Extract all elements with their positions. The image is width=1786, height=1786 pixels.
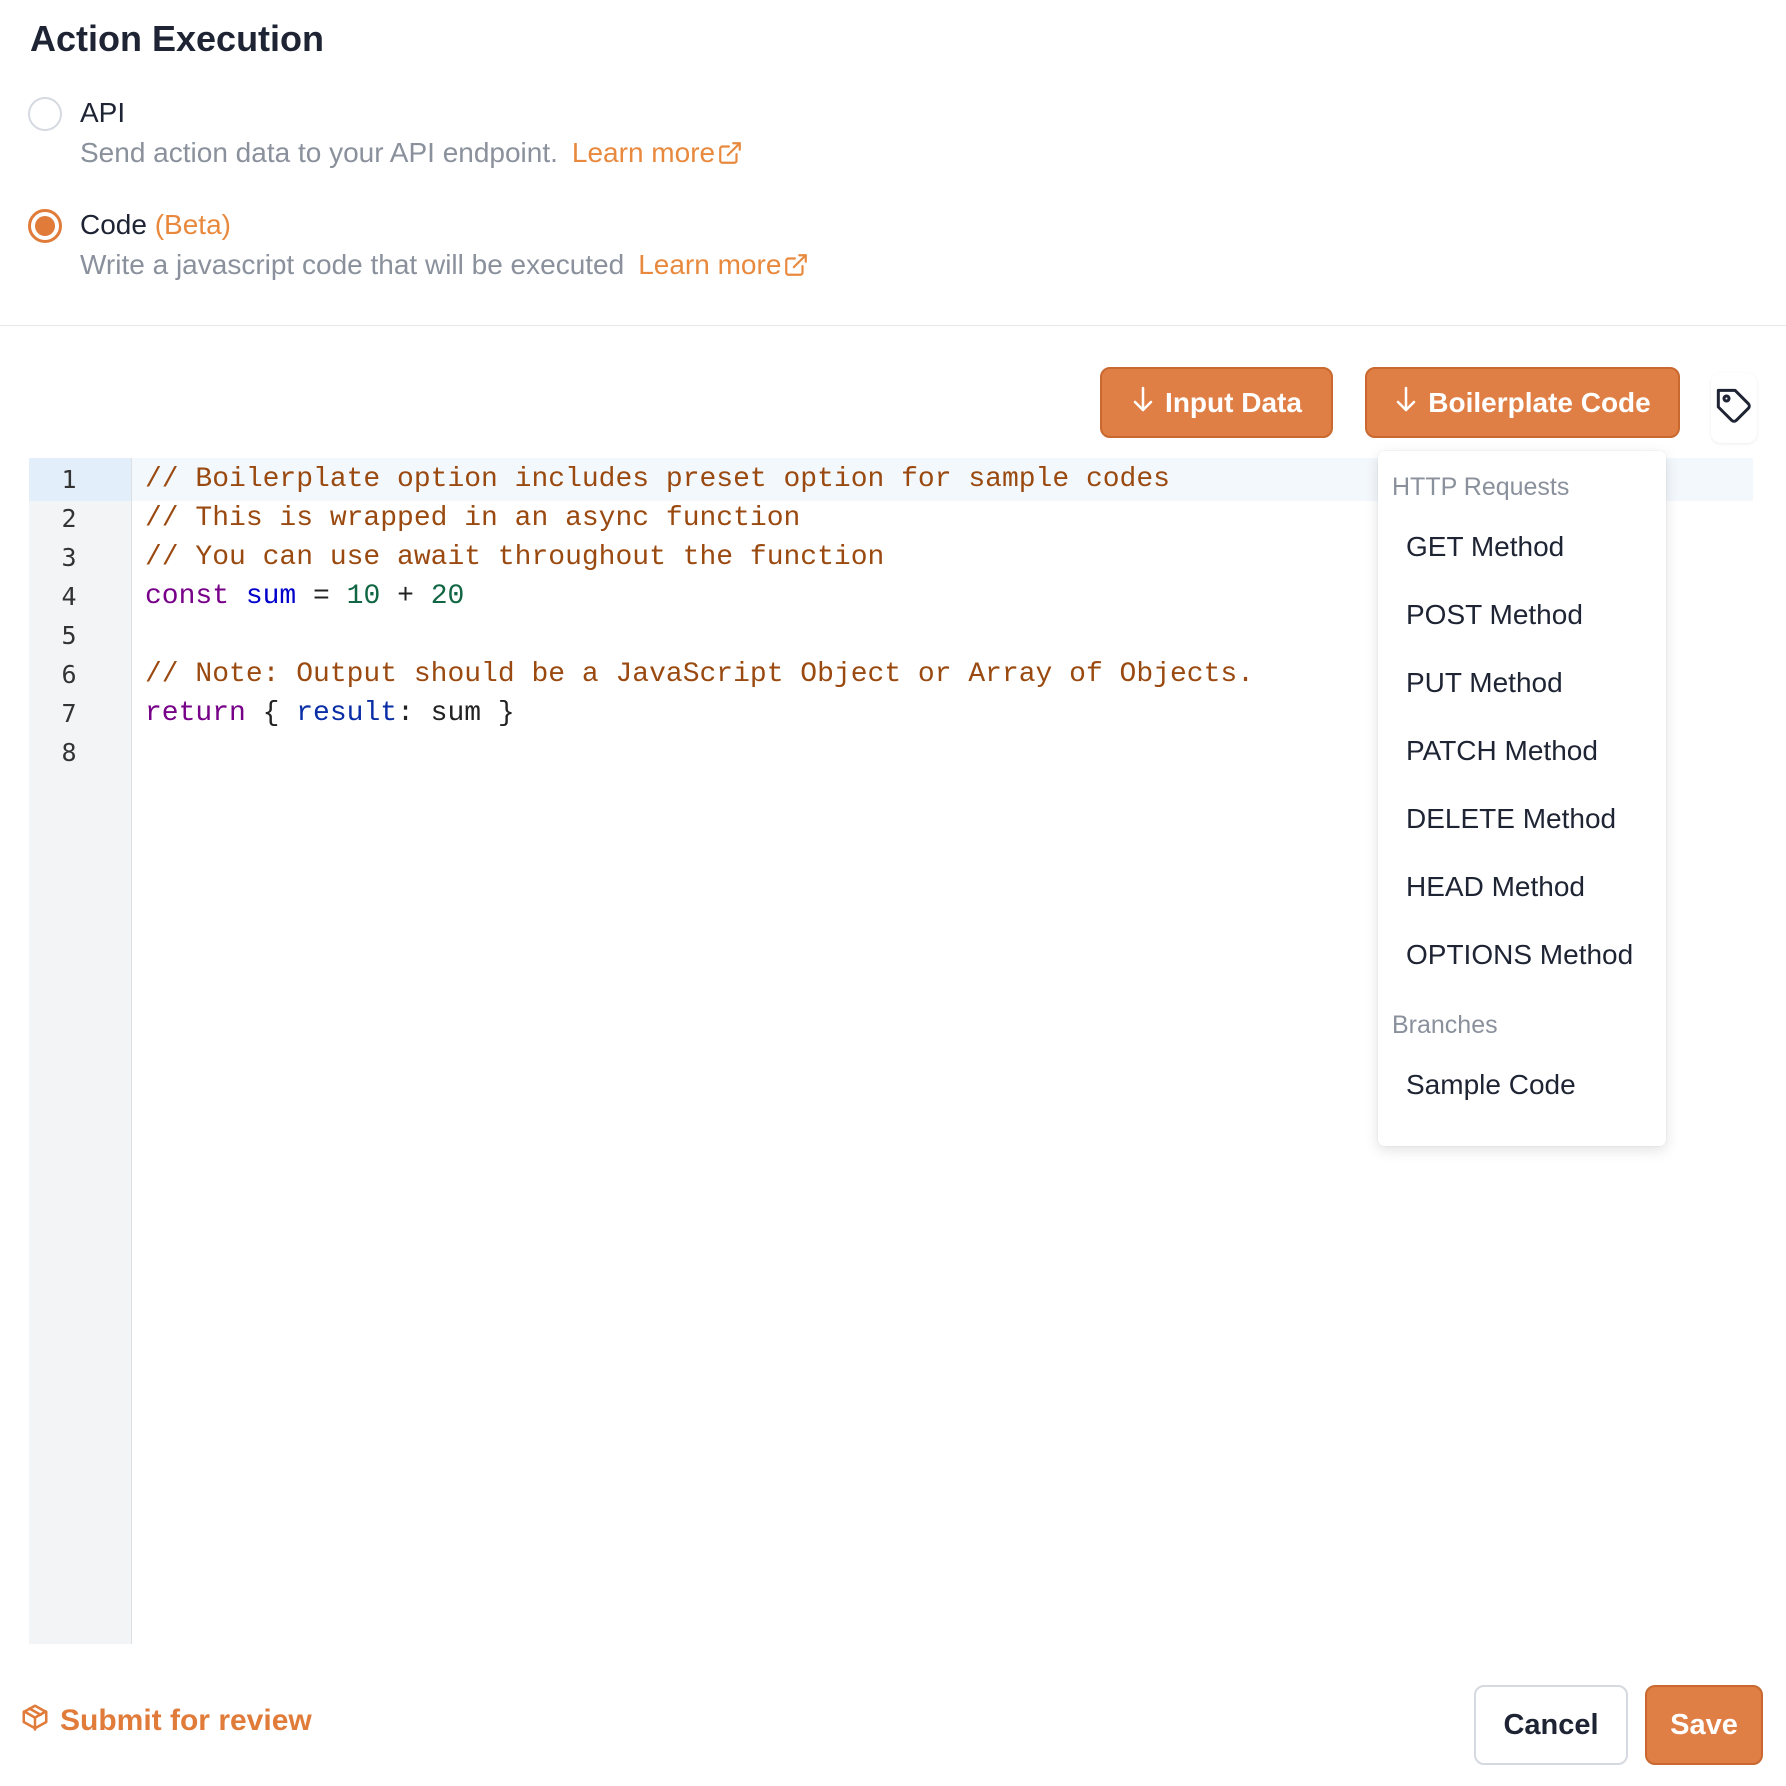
code-token: return (145, 698, 246, 729)
menu-item[interactable]: HEAD Method (1406, 871, 1585, 903)
code-token: // You can use await throughout the func… (145, 542, 885, 573)
api-learn-more-link[interactable]: Learn more (572, 137, 743, 168)
external-link-icon (717, 139, 743, 175)
line-number: 8 (61, 738, 77, 767)
api-option-description: Send action data to your API endpoint. (80, 137, 558, 168)
code-token: { (245, 698, 297, 729)
menu-item[interactable]: PATCH Method (1406, 735, 1598, 767)
line-number: 6 (61, 660, 77, 689)
code-token: = (296, 581, 347, 612)
menu-item[interactable]: DELETE Method (1406, 803, 1616, 835)
code-line[interactable]: // Boilerplate option includes preset op… (145, 460, 1170, 499)
menu-item[interactable]: OPTIONS Method (1406, 939, 1633, 971)
line-number: 1 (61, 465, 77, 494)
arrow-down-icon (1131, 385, 1155, 420)
api-learn-more-text: Learn more (571, 137, 716, 168)
line-number: 2 (61, 504, 77, 533)
option-code[interactable]: Code (Beta) Write a javascript code that… (28, 207, 809, 287)
code-token: sum (245, 581, 297, 612)
section-title: Action Execution (30, 18, 325, 59)
tag-icon (1714, 386, 1754, 431)
option-api[interactable]: API Send action data to your API endpoin… (28, 95, 743, 175)
action-execution-page: Action Execution API Send action data to… (0, 0, 1786, 1786)
code-token: // This is wrapped in an async function (145, 503, 801, 534)
menu-group-title: Branches (1392, 1011, 1498, 1039)
input-data-button[interactable]: Input Data (1100, 367, 1333, 438)
menu-group-title: HTTP Requests (1392, 473, 1570, 501)
external-link-icon (783, 251, 809, 287)
code-token: // Note: Output should be a JavaScript O… (145, 659, 1254, 690)
save-label: Save (1670, 1708, 1738, 1741)
save-button[interactable]: Save (1645, 1685, 1763, 1765)
api-radio[interactable] (28, 97, 62, 131)
section-divider (0, 325, 1786, 326)
code-line[interactable]: return { result: sum } (145, 694, 515, 733)
code-token: const (145, 581, 230, 612)
cancel-label: Cancel (1503, 1708, 1599, 1741)
line-number: 4 (61, 582, 77, 611)
api-option-label: API (80, 97, 126, 128)
beta-badge: (Beta) (154, 209, 231, 240)
cancel-button[interactable]: Cancel (1474, 1685, 1628, 1765)
tag-button[interactable] (1711, 373, 1757, 443)
code-learn-more-text: Learn more (638, 249, 782, 280)
code-token: result (296, 698, 398, 729)
code-line[interactable]: // You can use await throughout the func… (145, 538, 884, 577)
code-radio[interactable] (28, 209, 62, 243)
line-number: 3 (61, 543, 77, 572)
input-data-label: Input Data (1165, 386, 1302, 418)
menu-item[interactable]: Sample Code (1406, 1069, 1576, 1101)
code-line[interactable]: const sum = 10 + 20 (145, 577, 464, 616)
menu-item[interactable]: GET Method (1406, 531, 1564, 563)
code-line[interactable]: // Note: Output should be a JavaScript O… (145, 655, 1254, 694)
line-number: 5 (61, 621, 77, 650)
code-token: 10 (346, 581, 381, 612)
code-token: + (380, 581, 431, 612)
submit-for-review-link[interactable]: Submit for review (20, 1702, 312, 1740)
boilerplate-code-button[interactable]: Boilerplate Code (1365, 367, 1680, 438)
arrow-down-icon (1394, 385, 1418, 420)
submit-for-review-label: Submit for review (60, 1704, 312, 1737)
line-number: 7 (61, 699, 77, 728)
code-token: 20 (430, 581, 465, 612)
code-line[interactable]: // This is wrapped in an async function (145, 499, 800, 538)
boilerplate-dropdown-menu: HTTP Requests GET Method POST Method PUT Me… (1378, 451, 1666, 1146)
radio-selected-dot (35, 216, 55, 236)
code-option-label: Code (80, 209, 147, 240)
menu-item[interactable]: POST Method (1406, 599, 1583, 631)
boilerplate-code-label: Boilerplate Code (1428, 386, 1651, 418)
menu-item[interactable]: PUT Method (1406, 667, 1563, 699)
code-option-description: Write a javascript code that will be exe… (80, 249, 625, 280)
package-icon (20, 1702, 50, 1740)
code-learn-more-link[interactable]: Learn more (638, 249, 809, 280)
code-token: // Boilerplate option includes preset op… (145, 464, 1170, 495)
code-token: : sum } (397, 698, 515, 729)
